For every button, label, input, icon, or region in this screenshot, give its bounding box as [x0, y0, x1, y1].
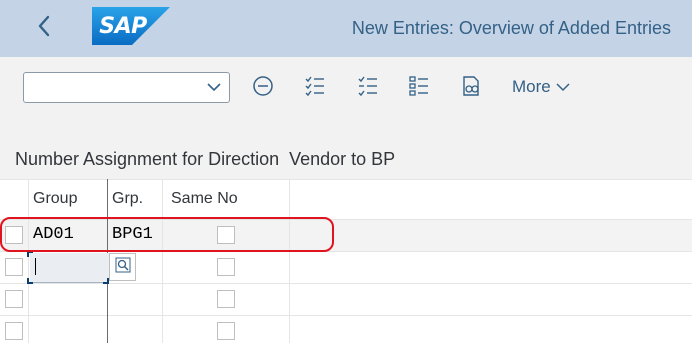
- grid-line: [0, 315, 692, 316]
- more-label: More: [512, 77, 551, 96]
- row-selector[interactable]: [5, 290, 23, 308]
- grp-cell[interactable]: BPG1: [112, 225, 153, 244]
- more-button[interactable]: More: [512, 77, 570, 97]
- deselect-all-button[interactable]: [356, 76, 380, 100]
- same-no-checkbox[interactable]: [217, 226, 235, 244]
- chevron-down-icon: [556, 77, 570, 97]
- back-button[interactable]: [30, 13, 58, 43]
- table-row: [0, 315, 692, 343]
- column-header-group[interactable]: Group: [33, 179, 77, 219]
- entries-table: Group Grp. Same No AD01 BPG1: [0, 179, 692, 343]
- input-row: [0, 251, 692, 284]
- table-row: [0, 283, 692, 315]
- section-title: Number Assignment for Direction Vendor t…: [15, 149, 396, 169]
- chevron-left-icon: [37, 15, 51, 42]
- sap-logo: SAP: [92, 7, 170, 45]
- select-all-icon: [304, 75, 326, 102]
- same-no-checkbox[interactable]: [217, 290, 235, 308]
- value-help-icon: [115, 257, 131, 278]
- page-title: New Entries: Overview of Added Entries: [351, 18, 671, 38]
- text-cursor: [35, 258, 36, 275]
- find-button[interactable]: [459, 75, 483, 102]
- details-button[interactable]: [407, 75, 431, 102]
- table-row: [0, 219, 692, 251]
- focus-bracket: [27, 251, 33, 257]
- row-selector[interactable]: [5, 322, 23, 340]
- same-no-checkbox[interactable]: [217, 322, 235, 340]
- same-no-checkbox[interactable]: [217, 258, 235, 276]
- column-header-same-no[interactable]: Same No: [171, 179, 238, 219]
- chevron-down-icon: [206, 79, 222, 100]
- select-all-button[interactable]: [303, 76, 327, 100]
- focus-bracket: [27, 278, 33, 284]
- column-header-grp[interactable]: Grp.: [112, 179, 143, 219]
- group-input[interactable]: [30, 253, 109, 283]
- find-icon: [460, 75, 482, 102]
- shell-header: SAP New Entries: Overview of Added Entri…: [0, 0, 692, 57]
- value-help-button[interactable]: [109, 253, 136, 281]
- row-selector[interactable]: [5, 226, 23, 244]
- logo-text: SAP: [99, 13, 147, 39]
- grid-line: [0, 179, 692, 180]
- group-cell[interactable]: AD01: [33, 225, 74, 244]
- command-dropdown[interactable]: [23, 72, 230, 103]
- grid-line: [0, 219, 692, 220]
- delete-row-button[interactable]: [251, 75, 275, 102]
- toolbar: More: [0, 57, 692, 123]
- minus-circle-icon: [252, 75, 274, 102]
- deselect-all-icon: [357, 75, 379, 102]
- list-details-icon: [408, 75, 430, 102]
